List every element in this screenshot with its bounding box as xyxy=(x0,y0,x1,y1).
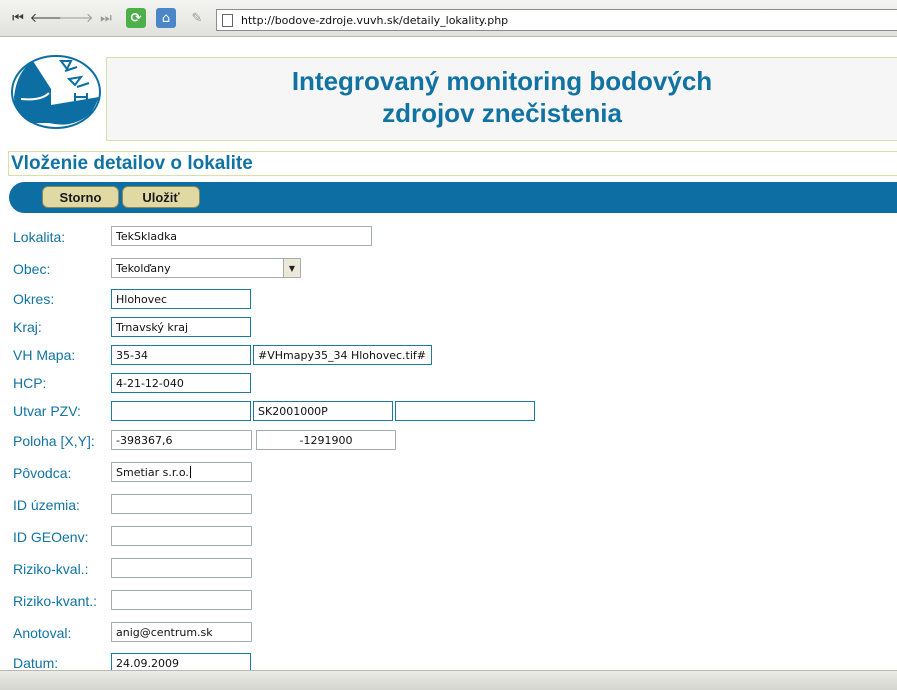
povodca-label: Pôvodca: xyxy=(13,465,72,481)
forward-to-end-icon[interactable]: ⏭ xyxy=(96,8,116,28)
utvar-field-1[interactable] xyxy=(111,401,251,421)
back-icon[interactable]: 🡐 xyxy=(30,8,65,28)
okres-field[interactable]: Hlohovec xyxy=(111,289,251,309)
poloha-y-input[interactable]: -1291900 xyxy=(256,430,396,450)
id-geoenv-label: ID GEOenv: xyxy=(13,529,89,545)
vhmapa-file-field[interactable]: #VHmapy35_34 Hlohovec.tif# xyxy=(253,345,432,365)
save-button[interactable]: Uložiť xyxy=(122,186,200,208)
url-text: http://bodove-zdroje.vuvh.sk/detaily_lok… xyxy=(241,13,509,27)
vhmapa-field[interactable]: 35-34 xyxy=(111,345,251,365)
page-icon xyxy=(222,13,233,27)
riziko-kval-label: Riziko-kval.: xyxy=(13,561,89,577)
id-geoenv-input[interactable] xyxy=(111,526,252,546)
obec-selected-value: Tekolďany xyxy=(116,261,171,275)
povodca-value: Smetiar s.r.o. xyxy=(116,465,189,479)
reload-icon[interactable]: ⟳ xyxy=(126,8,146,28)
obec-label: Obec: xyxy=(13,261,51,277)
anotoval-input[interactable]: anig@centrum.sk xyxy=(111,622,252,642)
lokalita-input[interactable]: TekSkladka xyxy=(111,226,372,246)
back-to-start-icon[interactable]: ⏮ xyxy=(8,8,28,28)
edit-pencil-icon[interactable]: ✎ xyxy=(187,8,207,28)
section-header: Vloženie detailov o lokalite xyxy=(8,151,897,176)
id-uzemia-label: ID územia: xyxy=(13,497,80,513)
utvar-label: Utvar PZV: xyxy=(13,403,81,419)
home-icon[interactable]: ⌂ xyxy=(156,8,176,28)
action-bar: Storno Uložiť xyxy=(9,182,897,213)
anotoval-label: Anotoval: xyxy=(13,625,72,641)
site-title: Integrovaný monitoring bodových zdrojov … xyxy=(107,65,897,129)
okres-label: Okres: xyxy=(13,291,55,307)
cancel-button[interactable]: Storno xyxy=(42,186,119,208)
riziko-kval-input[interactable] xyxy=(111,558,252,578)
text-cursor xyxy=(189,466,191,478)
riziko-kvant-input[interactable] xyxy=(111,590,252,610)
chevron-down-icon[interactable]: ▼ xyxy=(283,259,300,277)
utvar-field-2[interactable]: SK2001000P xyxy=(253,401,393,421)
poloha-label: Poloha [X,Y]: xyxy=(13,433,95,449)
hcp-field[interactable]: 4-21-12-040 xyxy=(111,373,251,393)
logo xyxy=(11,55,101,130)
obec-select[interactable]: Tekolďany ▼ xyxy=(111,258,301,278)
riziko-kvant-label: Riziko-kvant.: xyxy=(13,593,98,609)
browser-toolbar: ⏮ 🡐 🡒 ⏭ ⟳ ⌂ ✎ http://bodove-zdroje.vuvh.… xyxy=(0,0,897,37)
lokalita-label: Lokalita: xyxy=(13,229,66,245)
hcp-label: HCP: xyxy=(13,375,47,391)
site-title-line1: Integrovaný monitoring bodových xyxy=(291,66,713,96)
kraj-label: Kraj: xyxy=(13,319,42,335)
section-title: Vloženie detailov o lokalite xyxy=(11,153,253,174)
site-title-line2: zdrojov znečistenia xyxy=(382,98,622,128)
address-bar[interactable]: http://bodove-zdroje.vuvh.sk/detaily_lok… xyxy=(216,9,897,31)
utvar-field-3[interactable] xyxy=(395,401,535,421)
kraj-field[interactable]: Trnavský kraj xyxy=(111,317,251,337)
browser-status-bar xyxy=(0,670,897,690)
header-banner: Integrovaný monitoring bodových zdrojov … xyxy=(106,57,897,141)
forward-icon[interactable]: 🡒 xyxy=(59,8,94,28)
vhmapa-label: VH Mapa: xyxy=(13,347,76,363)
poloha-x-input[interactable]: -398367,6 xyxy=(111,430,252,450)
povodca-input[interactable]: Smetiar s.r.o. xyxy=(111,462,252,482)
id-uzemia-input[interactable] xyxy=(111,494,252,514)
